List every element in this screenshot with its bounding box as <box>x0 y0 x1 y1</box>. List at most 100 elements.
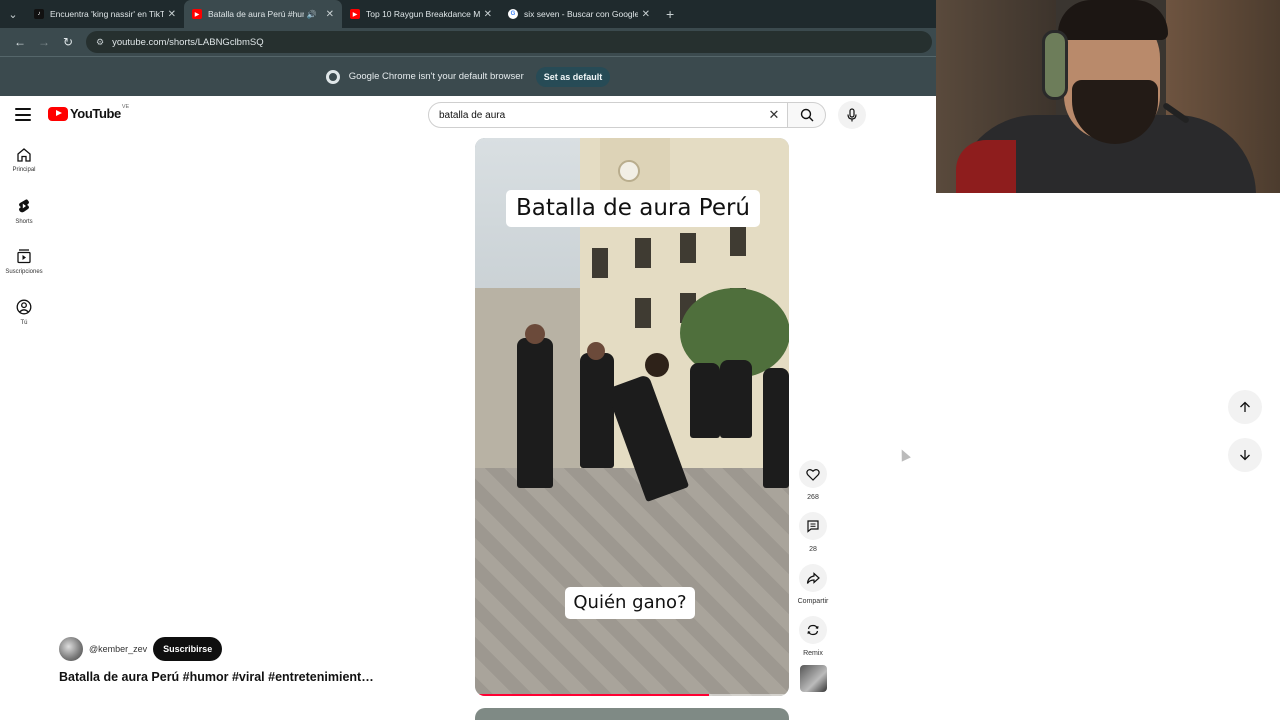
like-button[interactable] <box>799 460 827 488</box>
video-caption-top: Batalla de aura Perú <box>506 190 760 227</box>
browser-toolbar: ← → ↻ ⚙ youtube.com/shorts/LABNGclbmSQ <box>0 28 936 56</box>
video-title[interactable]: Batalla de aura Perú #humor #viral #entr… <box>59 670 374 684</box>
tab-title: Encuentra 'king nassir' en TikTo <box>50 9 164 19</box>
scene-pavement <box>475 468 789 696</box>
share-button[interactable] <box>799 564 827 592</box>
close-icon[interactable]: ✕ <box>484 9 492 20</box>
remix-button[interactable] <box>799 616 827 644</box>
scene-window <box>635 298 651 328</box>
sidebar-item-label: Principal <box>12 167 36 173</box>
webcam-shirt-pattern <box>956 140 1016 193</box>
screen: ⌄ ♪ Encuentra 'king nassir' en TikTo ✕ ▶… <box>0 0 1280 720</box>
address-bar[interactable]: ⚙ youtube.com/shorts/LABNGclbmSQ <box>86 31 932 53</box>
scene-person <box>517 338 553 488</box>
comment-button[interactable] <box>799 512 827 540</box>
sidebar-item-you[interactable]: Tú <box>0 299 48 326</box>
tiktok-icon: ♪ <box>34 9 44 19</box>
remix-action[interactable]: Remix <box>796 616 830 657</box>
share-label: Compartir <box>797 598 829 605</box>
video-caption-bottom: Quién gano? <box>565 587 695 619</box>
account-icon <box>16 299 32 315</box>
google-icon: G <box>508 9 518 19</box>
video-progress-fill <box>479 694 709 696</box>
tab-title: six seven - Buscar con Google <box>524 9 638 19</box>
logo-text: YouTube <box>70 106 121 121</box>
subscribe-button[interactable]: Suscribirse <box>153 637 223 661</box>
heart-icon <box>806 468 820 481</box>
arrow-up-icon <box>1240 401 1250 412</box>
sidebar-item-shorts[interactable]: Shorts <box>0 198 48 225</box>
remix-label: Remix <box>803 650 823 657</box>
next-short-preview[interactable] <box>475 708 789 720</box>
scene-window <box>592 248 608 278</box>
sidebar-item-subscriptions[interactable]: Suscripciones <box>0 248 48 275</box>
remix-icon <box>807 624 819 636</box>
voice-search-button[interactable] <box>838 101 866 129</box>
tab-google-search[interactable]: G six seven - Buscar con Google ✕ <box>500 0 658 28</box>
comment-count: 28 <box>809 546 817 553</box>
sidebar-item-home[interactable]: Principal <box>0 147 48 173</box>
subscriptions-icon <box>17 249 31 264</box>
sidebar-item-label: Suscripciones <box>5 269 43 275</box>
search-box: ✕ <box>428 102 788 128</box>
scene-window <box>730 226 746 256</box>
close-icon[interactable]: ✕ <box>326 9 334 20</box>
clear-search-icon[interactable]: ✕ <box>761 107 787 123</box>
webcam-hair <box>1058 0 1168 40</box>
webcam-overlay <box>936 0 1280 193</box>
close-icon[interactable]: ✕ <box>168 9 176 20</box>
audio-source-thumbnail[interactable] <box>800 665 827 692</box>
youtube-play-icon <box>48 106 68 121</box>
url-text: youtube.com/shorts/LABNGclbmSQ <box>112 36 264 48</box>
youtube-header: YouTube VE ✕ <box>0 96 936 136</box>
tab-strip: ⌄ ♪ Encuentra 'king nassir' en TikTo ✕ ▶… <box>0 0 936 28</box>
youtube-logo[interactable]: YouTube VE <box>48 104 129 121</box>
share-action[interactable]: Compartir <box>796 564 830 605</box>
tab-search-button[interactable]: ⌄ <box>0 0 26 28</box>
back-button[interactable]: ← <box>8 30 32 54</box>
sidebar-item-label: Tú <box>20 320 28 326</box>
scene-person-head <box>587 342 605 360</box>
default-browser-infobar: Google Chrome isn't your default browser… <box>0 56 936 96</box>
short-video-player[interactable]: Batalla de aura Perú Quién gano? <box>475 138 789 696</box>
search-button[interactable] <box>788 102 826 128</box>
scene-crowd <box>720 360 752 438</box>
channel-avatar[interactable] <box>59 637 83 661</box>
menu-icon[interactable] <box>15 108 31 121</box>
headset-icon <box>1042 30 1068 100</box>
tab-title: Batalla de aura Perú #humo <box>208 9 304 19</box>
scene-clock <box>618 160 640 182</box>
reload-button[interactable]: ↻ <box>56 30 80 54</box>
forward-button[interactable]: → <box>32 30 56 54</box>
share-icon <box>806 571 820 584</box>
like-action[interactable]: 268 <box>796 460 830 501</box>
scene-crowd <box>763 368 789 488</box>
home-icon <box>17 148 31 162</box>
comment-icon <box>807 520 819 533</box>
tab-tiktok[interactable]: ♪ Encuentra 'king nassir' en TikTo ✕ <box>26 0 184 28</box>
speaker-icon[interactable]: 🔊 <box>307 10 317 19</box>
sidebar-item-label: Shorts <box>15 219 33 225</box>
scene-dancer-head <box>645 353 669 377</box>
channel-info: @kember_zev Suscribirse <box>59 636 223 662</box>
site-info-icon[interactable]: ⚙ <box>96 37 104 48</box>
search-input[interactable] <box>439 109 761 121</box>
tab-youtube-short[interactable]: ▶ Batalla de aura Perú #humo 🔊 ✕ <box>184 0 342 28</box>
youtube-icon: ▶ <box>192 9 202 19</box>
mouse-cursor-icon <box>897 447 911 462</box>
scene-person-head <box>525 324 545 344</box>
like-count: 268 <box>807 494 819 501</box>
comment-action[interactable]: 28 <box>796 512 830 553</box>
video-progress-bar[interactable] <box>479 694 785 696</box>
tab-raygun[interactable]: ▶ Top 10 Raygun Breakdance Mo ✕ <box>342 0 500 28</box>
channel-handle[interactable]: @kember_zev <box>89 644 147 654</box>
search-icon <box>800 108 813 122</box>
scene-window <box>635 238 651 268</box>
previous-short-button[interactable] <box>1228 390 1262 424</box>
close-icon[interactable]: ✕ <box>642 9 650 20</box>
set-as-default-button[interactable]: Set as default <box>535 66 611 87</box>
new-tab-button[interactable]: + <box>666 6 674 22</box>
scene-window <box>680 233 696 263</box>
next-short-button[interactable] <box>1228 438 1262 472</box>
video-frame: Batalla de aura Perú Quién gano? <box>475 138 789 696</box>
